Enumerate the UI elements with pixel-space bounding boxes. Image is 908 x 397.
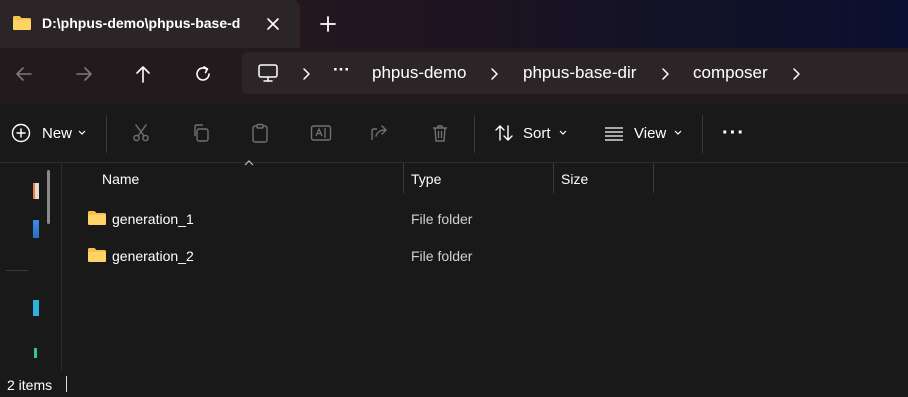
status-separator: [66, 376, 67, 392]
file-row[interactable]: generation_2 File folder: [76, 241, 896, 271]
chevron-right-icon[interactable]: [660, 67, 670, 81]
breadcrumb-item[interactable]: phpus-demo: [372, 63, 467, 83]
column-header-name[interactable]: Name: [102, 171, 139, 187]
sort-label: Sort: [523, 124, 551, 142]
file-row[interactable]: generation_1 File folder: [76, 204, 896, 234]
chevron-down-icon: [559, 130, 566, 135]
rename-button[interactable]: [310, 118, 332, 148]
share-icon: [371, 125, 387, 140]
sidebar-scrollbar[interactable]: [47, 170, 50, 224]
folder-icon: [88, 211, 106, 225]
paste-icon: [252, 123, 268, 143]
toolbar-separator: [474, 115, 475, 153]
chevron-down-icon: [78, 130, 86, 135]
up-arrow-icon: [136, 66, 150, 83]
chevron-right-icon[interactable]: [301, 67, 311, 81]
navigation-pane: [0, 163, 62, 370]
sidebar-item-icon[interactable]: [34, 348, 37, 358]
active-tab[interactable]: D:\phpus-demo\phpus-base-d: [0, 0, 300, 48]
view-button[interactable]: View: [603, 118, 682, 148]
forward-arrow-icon: [76, 67, 92, 81]
cut-button[interactable]: [131, 118, 151, 148]
refresh-button[interactable]: [189, 60, 217, 88]
toolbar-separator: [702, 115, 703, 153]
file-name: generation_1: [112, 211, 194, 227]
toolbar-separator: [106, 115, 107, 153]
column-divider[interactable]: [403, 163, 404, 193]
sort-icon: [495, 125, 513, 141]
copy-icon: [194, 124, 209, 142]
new-button[interactable]: New: [11, 118, 86, 148]
status-bar: [0, 370, 908, 397]
content-divider: [0, 162, 908, 163]
delete-button[interactable]: [430, 118, 450, 148]
close-tab-icon[interactable]: [262, 13, 284, 35]
back-arrow-icon: [16, 67, 32, 81]
column-header-type[interactable]: Type: [411, 171, 441, 187]
breadcrumb-item[interactable]: composer: [693, 63, 768, 83]
item-count: 2 items: [7, 377, 53, 393]
breadcrumb-overflow[interactable]: ···: [333, 60, 350, 80]
file-name: generation_2: [112, 248, 194, 264]
sidebar-item-icon[interactable]: [33, 183, 39, 199]
copy-button[interactable]: [191, 118, 211, 148]
sort-button[interactable]: Sort: [494, 118, 567, 148]
refresh-icon: [196, 66, 210, 81]
sidebar-item-icon[interactable]: [33, 220, 39, 238]
back-button[interactable]: [10, 60, 38, 88]
new-label: New: [42, 124, 73, 142]
column-divider[interactable]: [653, 163, 654, 193]
folder-icon: [13, 16, 31, 30]
trash-icon: [433, 125, 447, 142]
new-tab-icon[interactable]: [316, 12, 340, 36]
sort-ascending-icon: [244, 160, 254, 166]
this-pc-icon[interactable]: [257, 63, 279, 83]
more-options-icon: ···: [722, 121, 745, 144]
file-type: File folder: [411, 248, 473, 264]
file-type: File folder: [411, 211, 473, 227]
rename-icon: [310, 125, 332, 141]
column-divider[interactable]: [553, 163, 554, 193]
folder-icon: [88, 248, 106, 262]
scissors-icon: [133, 124, 149, 142]
sidebar-item-icon[interactable]: [33, 300, 39, 316]
plus-circle-icon: [11, 123, 31, 143]
chevron-right-icon[interactable]: [489, 67, 499, 81]
title-bar: D:\phpus-demo\phpus-base-d: [0, 0, 908, 48]
paste-button[interactable]: [250, 118, 270, 148]
sidebar-divider: [6, 270, 28, 271]
column-header-size[interactable]: Size: [561, 171, 588, 187]
chevron-down-icon: [674, 130, 682, 135]
view-label: View: [634, 124, 667, 142]
share-button[interactable]: [370, 118, 390, 148]
tab-title: D:\phpus-demo\phpus-base-d: [42, 15, 241, 31]
chevron-right-icon[interactable]: [791, 67, 801, 81]
view-list-icon: [605, 127, 623, 141]
more-options-button[interactable]: ···: [722, 118, 745, 148]
up-button[interactable]: [129, 60, 157, 88]
forward-button[interactable]: [70, 60, 98, 88]
breadcrumb-item[interactable]: phpus-base-dir: [523, 63, 636, 83]
